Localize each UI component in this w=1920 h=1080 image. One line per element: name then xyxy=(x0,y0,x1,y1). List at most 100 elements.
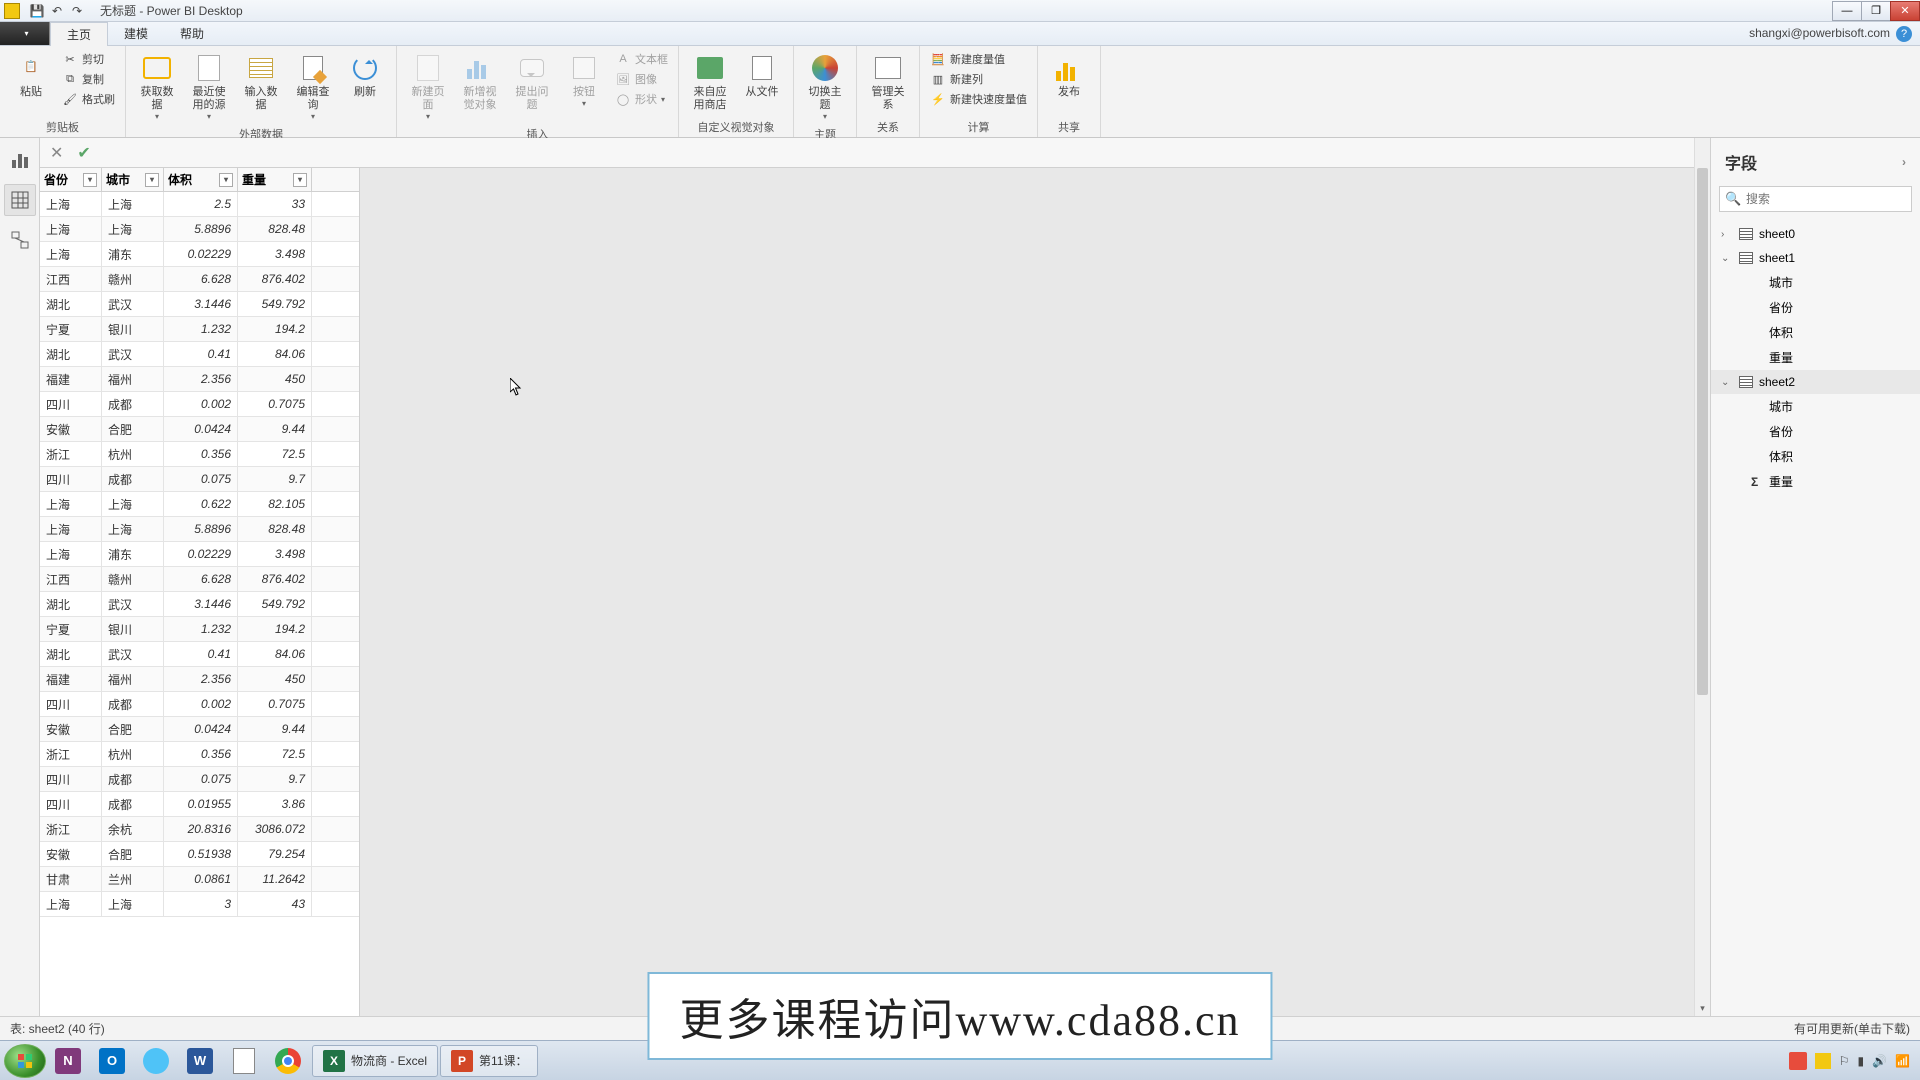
chrome-taskbar-icon[interactable] xyxy=(266,1044,310,1078)
dropdown-icon[interactable]: ▾ xyxy=(145,173,159,187)
word-taskbar-icon[interactable]: W xyxy=(178,1044,222,1078)
outlook-taskbar-icon[interactable]: O xyxy=(90,1044,134,1078)
tray-network-icon[interactable]: 📶 xyxy=(1895,1054,1910,1068)
start-button[interactable] xyxy=(4,1044,46,1078)
help-icon[interactable]: ? xyxy=(1896,26,1912,42)
copy-button[interactable]: ⧉复制 xyxy=(60,70,117,88)
table-row[interactable]: 湖北武汉3.1446549.792 xyxy=(40,292,359,317)
field-table[interactable]: ⌄sheet2 xyxy=(1711,370,1920,394)
restore-button[interactable]: ❐ xyxy=(1861,1,1891,21)
redo-icon[interactable]: ↷ xyxy=(68,2,86,20)
paste-button[interactable]: 📋 粘贴 xyxy=(8,50,54,101)
account-label[interactable]: shangxi@powerbisoft.com xyxy=(1749,26,1890,40)
vertical-scrollbar[interactable]: ▾ xyxy=(1694,138,1710,1016)
table-row[interactable]: 上海浦东0.022293.498 xyxy=(40,542,359,567)
publish-button[interactable]: 发布 xyxy=(1046,50,1092,101)
refresh-button[interactable]: 刷新 xyxy=(342,50,388,101)
table-row[interactable]: 湖北武汉0.4184.06 xyxy=(40,342,359,367)
dropdown-icon[interactable]: ▾ xyxy=(293,173,307,187)
save-icon[interactable]: 💾 xyxy=(28,2,46,20)
table-row[interactable]: 甘肃兰州0.086111.2642 xyxy=(40,867,359,892)
tab-home[interactable]: 主页 xyxy=(50,22,108,46)
minimize-button[interactable]: — xyxy=(1832,1,1862,21)
commit-formula-icon[interactable]: ✔ xyxy=(77,143,90,163)
table-row[interactable]: 宁夏银川1.232194.2 xyxy=(40,617,359,642)
table-row[interactable]: 上海上海5.8896828.48 xyxy=(40,517,359,542)
switch-theme-button[interactable]: 切换主题 xyxy=(802,50,848,124)
tray-volume-icon[interactable]: 🔊 xyxy=(1872,1054,1887,1068)
table-row[interactable]: 安徽合肥0.04249.44 xyxy=(40,717,359,742)
dropdown-icon[interactable]: ▾ xyxy=(219,173,233,187)
get-data-button[interactable]: 获取数据 xyxy=(134,50,180,124)
taskbar-app-excel[interactable]: X 物流商 - Excel xyxy=(312,1045,438,1077)
file-menu-button[interactable] xyxy=(0,22,50,45)
scroll-down-icon[interactable]: ▾ xyxy=(1695,1000,1710,1016)
dropdown-icon[interactable]: ▾ xyxy=(83,173,97,187)
edit-queries-button[interactable]: 编辑查询 xyxy=(290,50,336,124)
field-item[interactable]: 体积 xyxy=(1711,444,1920,469)
table-row[interactable]: 四川成都0.0020.7075 xyxy=(40,692,359,717)
table-row[interactable]: 上海上海343 xyxy=(40,892,359,917)
status-update-link[interactable]: 有可用更新(单击下载) xyxy=(1794,1020,1910,1037)
data-view-button[interactable] xyxy=(4,184,36,216)
from-file-button[interactable]: 从文件 xyxy=(739,50,785,101)
field-item[interactable]: 省份 xyxy=(1711,295,1920,320)
table-row[interactable]: 浙江杭州0.35672.5 xyxy=(40,442,359,467)
table-row[interactable]: 四川成都0.0759.7 xyxy=(40,467,359,492)
col-header-province[interactable]: 省份▾ xyxy=(40,168,102,191)
field-item[interactable]: 体积 xyxy=(1711,320,1920,345)
tab-modeling[interactable]: 建模 xyxy=(108,22,164,45)
table-row[interactable]: 宁夏银川1.232194.2 xyxy=(40,317,359,342)
cut-button[interactable]: ✂剪切 xyxy=(60,50,117,68)
field-item[interactable]: 省份 xyxy=(1711,419,1920,444)
tray-flag-icon[interactable]: ⚐ xyxy=(1839,1054,1850,1068)
tray-ime-icon[interactable] xyxy=(1789,1052,1807,1070)
table-row[interactable]: 湖北武汉3.1446549.792 xyxy=(40,592,359,617)
fields-search-input[interactable] xyxy=(1719,186,1912,212)
manage-relationships-button[interactable]: 管理关系 xyxy=(865,50,911,114)
table-row[interactable]: 上海上海5.8896828.48 xyxy=(40,217,359,242)
field-table[interactable]: ⌄sheet1 xyxy=(1711,246,1920,270)
new-column-button[interactable]: ▥新建列 xyxy=(928,70,1029,88)
onenote-taskbar-icon[interactable]: N xyxy=(46,1044,90,1078)
field-item[interactable]: 重量 xyxy=(1711,345,1920,370)
from-store-button[interactable]: 来自应用商店 xyxy=(687,50,733,114)
table-row[interactable]: 上海上海2.533 xyxy=(40,192,359,217)
table-row[interactable]: 上海浦东0.022293.498 xyxy=(40,242,359,267)
recent-sources-button[interactable]: 最近使用的源 xyxy=(186,50,232,124)
field-item[interactable]: 城市 xyxy=(1711,270,1920,295)
field-item[interactable]: Σ重量 xyxy=(1711,469,1920,494)
app-taskbar-icon[interactable] xyxy=(134,1044,178,1078)
tab-help[interactable]: 帮助 xyxy=(164,22,220,45)
col-header-city[interactable]: 城市▾ xyxy=(102,168,164,191)
table-row[interactable]: 浙江杭州0.35672.5 xyxy=(40,742,359,767)
enter-data-button[interactable]: 输入数据 xyxy=(238,50,284,114)
chevron-right-icon[interactable]: › xyxy=(1902,155,1906,169)
tray-battery-icon[interactable]: ▮ xyxy=(1857,1054,1864,1068)
report-view-button[interactable] xyxy=(4,144,36,176)
table-row[interactable]: 四川成都0.019553.86 xyxy=(40,792,359,817)
new-measure-button[interactable]: 🧮新建度量值 xyxy=(928,50,1029,68)
tray-powerbi-icon[interactable] xyxy=(1815,1053,1831,1069)
field-item[interactable]: 城市 xyxy=(1711,394,1920,419)
table-row[interactable]: 浙江余杭20.83163086.072 xyxy=(40,817,359,842)
close-button[interactable]: ✕ xyxy=(1890,1,1920,21)
col-header-weight[interactable]: 重量▾ xyxy=(238,168,312,191)
model-view-button[interactable] xyxy=(4,224,36,256)
notepad-taskbar-icon[interactable] xyxy=(222,1044,266,1078)
undo-icon[interactable]: ↶ xyxy=(48,2,66,20)
taskbar-app-powerpoint[interactable]: P 第11课： xyxy=(440,1045,538,1077)
table-row[interactable]: 福建福州2.356450 xyxy=(40,367,359,392)
new-quick-measure-button[interactable]: ⚡新建快速度量值 xyxy=(928,90,1029,108)
table-row[interactable]: 四川成都0.0020.7075 xyxy=(40,392,359,417)
table-row[interactable]: 上海上海0.62282.105 xyxy=(40,492,359,517)
table-row[interactable]: 湖北武汉0.4184.06 xyxy=(40,642,359,667)
cancel-formula-icon[interactable]: ✕ xyxy=(50,143,63,163)
scrollbar-thumb[interactable] xyxy=(1697,168,1708,695)
table-row[interactable]: 福建福州2.356450 xyxy=(40,667,359,692)
format-painter-button[interactable]: 🖌格式刷 xyxy=(60,90,117,108)
table-row[interactable]: 安徽合肥0.5193879.254 xyxy=(40,842,359,867)
table-row[interactable]: 四川成都0.0759.7 xyxy=(40,767,359,792)
table-row[interactable]: 江西赣州6.628876.402 xyxy=(40,267,359,292)
table-row[interactable]: 安徽合肥0.04249.44 xyxy=(40,417,359,442)
